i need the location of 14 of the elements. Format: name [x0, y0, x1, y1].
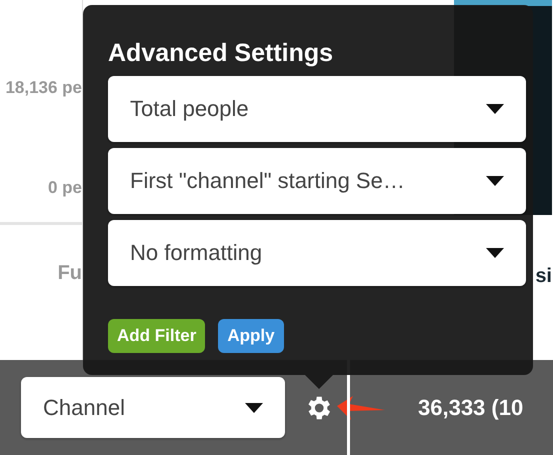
popover-title: Advanced Settings: [108, 39, 334, 68]
dropdown-select[interactable]: No formatting: [108, 220, 526, 286]
total-text: 36,333 (10: [418, 394, 524, 420]
caret-icon: [486, 104, 504, 114]
caret-icon: [245, 402, 263, 412]
label-text: si: [535, 265, 552, 289]
caret-icon: [486, 248, 504, 258]
caret-icon: [486, 176, 504, 186]
dropdown-select[interactable]: First "channel" starting Se…: [108, 148, 526, 214]
label-text: Fu: [58, 262, 82, 285]
channel-select[interactable]: Channel: [21, 377, 285, 438]
value-text: 0 pe: [48, 178, 82, 198]
dropdown-select[interactable]: Total people: [108, 76, 526, 142]
value-text: 18,136 pe: [5, 78, 82, 98]
